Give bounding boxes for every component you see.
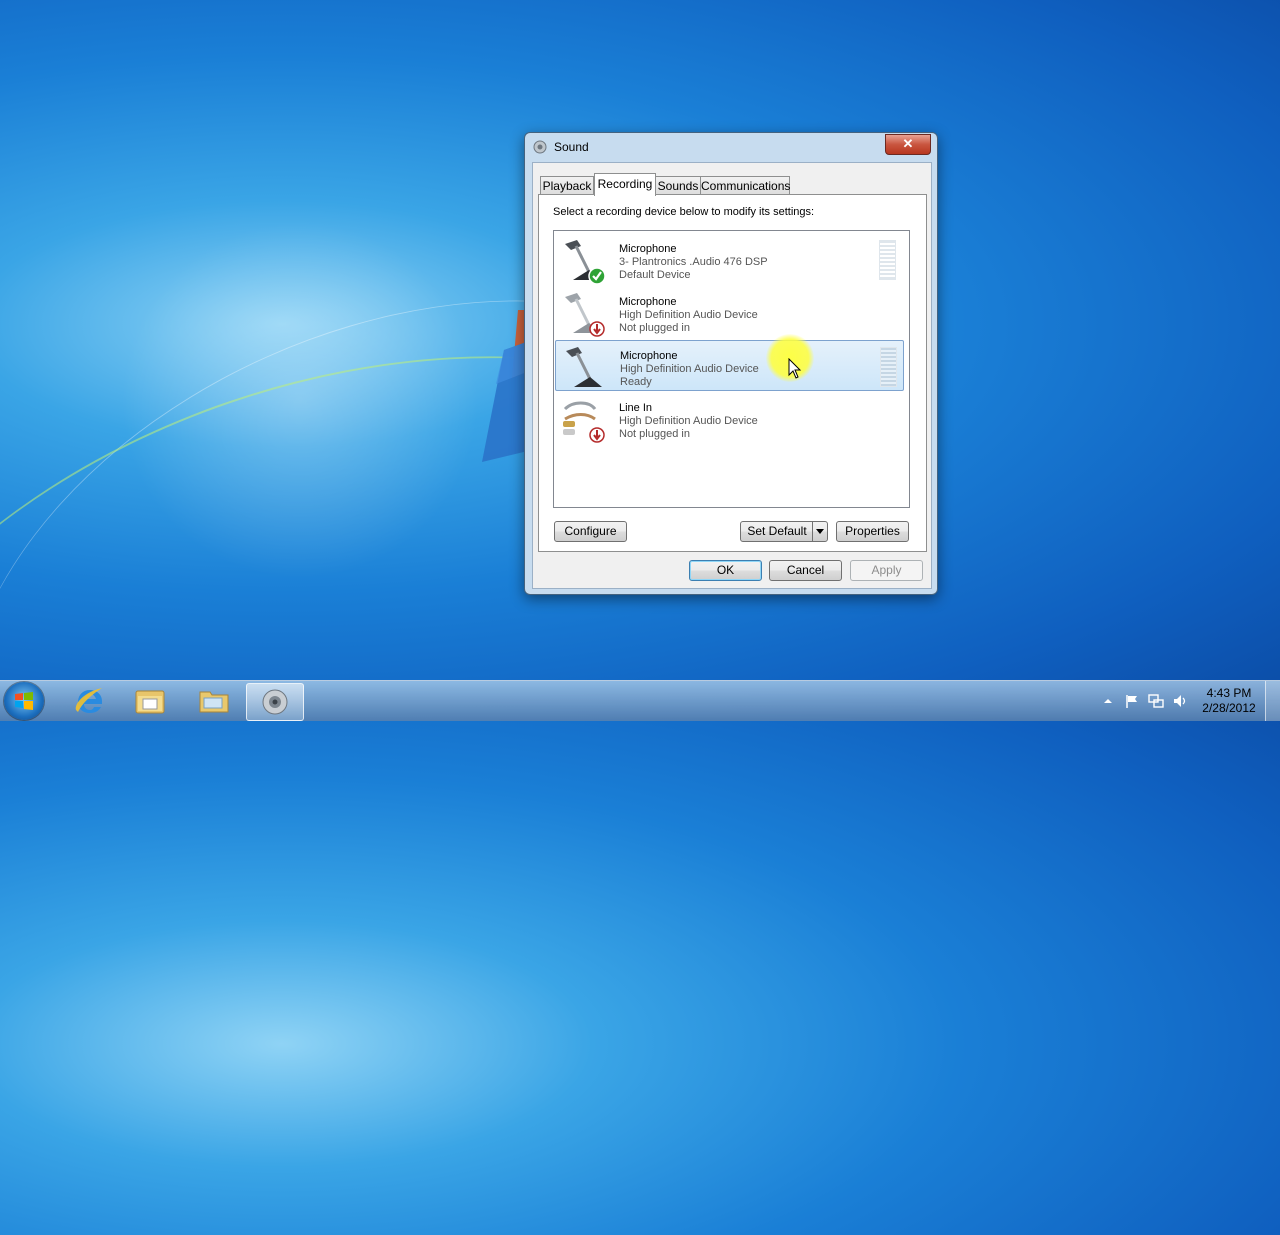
tab-playback[interactable]: Playback (540, 176, 594, 195)
device-description: 3- Plantronics .Audio 476 DSP (619, 256, 768, 268)
sound-icon (262, 689, 288, 715)
device-description: High Definition Audio Device (620, 363, 759, 375)
system-clock[interactable]: 4:43 PM 2/28/2012 (1198, 686, 1260, 716)
microphone-default-icon (565, 240, 606, 284)
instruction-text: Select a recording device below to modif… (553, 206, 815, 218)
network-icon[interactable] (1148, 693, 1164, 709)
file-explorer-icon (135, 690, 165, 714)
start-button[interactable] (4, 682, 44, 720)
device-status: Not plugged in (619, 322, 690, 334)
device-status: Default Device (619, 269, 691, 281)
line-in-unplugged-icon (563, 401, 605, 443)
configure-button[interactable]: Configure (554, 521, 627, 542)
list-item[interactable]: Line In High Definition Audio Device Not… (555, 393, 902, 443)
taskbar-folder[interactable] (186, 683, 242, 719)
recording-panel: Select a recording device below to modif… (538, 194, 927, 552)
taskbar: 4:43 PM 2/28/2012 (0, 680, 1280, 721)
list-item[interactable]: Microphone 3- Plantronics .Audio 476 DSP… (555, 234, 902, 284)
cancel-button[interactable]: Cancel (769, 560, 842, 581)
folder-icon (199, 691, 229, 713)
show-hidden-icons-icon[interactable] (1100, 693, 1116, 709)
taskbar-internet-explorer[interactable] (62, 683, 118, 719)
device-name: Microphone (619, 296, 677, 308)
internet-explorer-icon (75, 688, 102, 713)
dialog-client-area: Playback Recording Sounds Communications… (532, 162, 932, 589)
list-item-selected[interactable]: Microphone High Definition Audio Device … (555, 340, 904, 391)
set-default-split-button[interactable]: Set Default (740, 521, 828, 542)
taskbar-sound[interactable] (246, 683, 304, 721)
apply-button[interactable]: Apply (850, 560, 923, 581)
close-button[interactable]: ✕ (885, 134, 931, 155)
level-meter (879, 240, 896, 280)
title-bar[interactable]: Sound ✕ (525, 133, 937, 161)
mouse-pointer-icon (788, 358, 802, 379)
list-item[interactable]: Microphone High Definition Audio Device … (555, 287, 902, 337)
device-description: High Definition Audio Device (619, 415, 758, 427)
clock-date: 2/28/2012 (1202, 701, 1256, 715)
tab-communications[interactable]: Communications (700, 176, 790, 195)
show-desktop-button[interactable] (1265, 681, 1280, 721)
device-description: High Definition Audio Device (619, 309, 758, 321)
ok-button[interactable]: OK (689, 560, 762, 581)
device-name: Line In (619, 402, 653, 414)
speaker-icon (533, 140, 547, 154)
window-title: Sound (554, 140, 589, 154)
device-name: Microphone (620, 350, 678, 362)
windows-logo-icon (15, 692, 33, 710)
volume-icon[interactable] (1172, 693, 1188, 709)
microphone-icon (566, 347, 602, 387)
tab-sounds[interactable]: Sounds (654, 176, 702, 195)
action-center-flag-icon[interactable] (1124, 693, 1140, 709)
set-default-label: Set Default (747, 524, 807, 538)
chevron-down-icon[interactable] (812, 522, 827, 541)
properties-button[interactable]: Properties (836, 521, 909, 542)
tab-recording[interactable]: Recording (594, 173, 656, 196)
level-meter (880, 347, 897, 387)
recording-device-list[interactable]: Microphone 3- Plantronics .Audio 476 DSP… (553, 230, 910, 508)
clock-time: 4:43 PM (1206, 686, 1252, 700)
device-status: Ready (620, 376, 652, 388)
taskbar-file-explorer[interactable] (122, 683, 178, 719)
device-name: Microphone (619, 243, 677, 255)
microphone-unplugged-icon (565, 293, 605, 337)
device-status: Not plugged in (619, 428, 690, 440)
sound-dialog: Sound ✕ Playback Recording Sounds Commun… (524, 132, 938, 595)
